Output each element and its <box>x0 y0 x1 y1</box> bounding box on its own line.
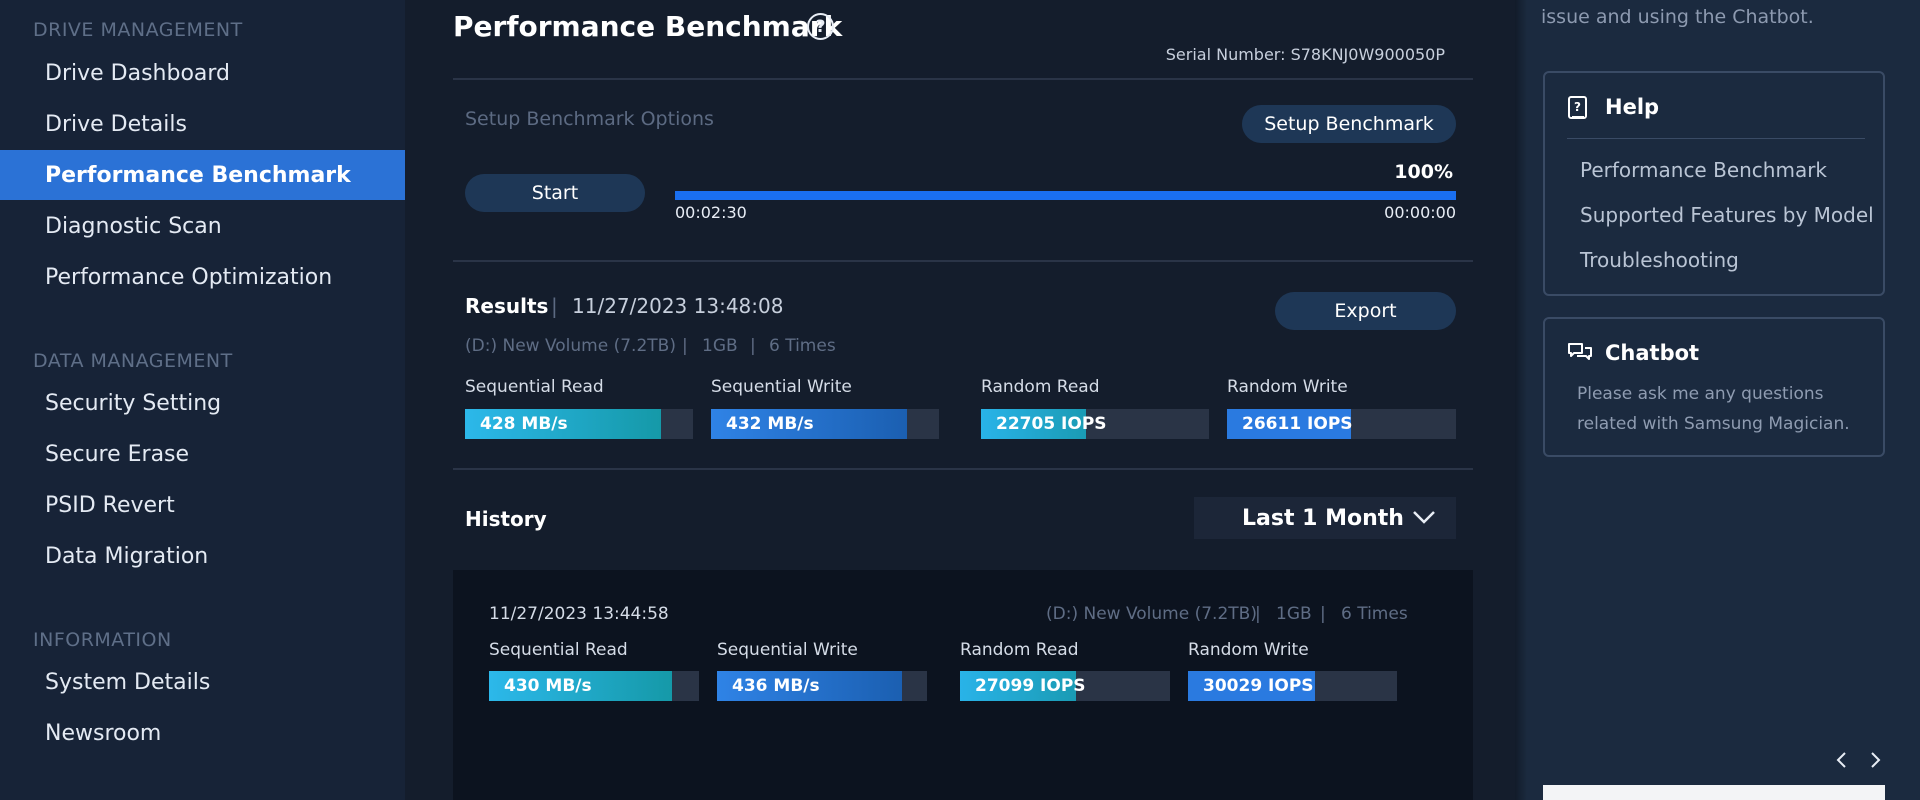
metric-label-rand-read: Random Read <box>981 377 1100 397</box>
sidebar-item-psid-revert[interactable]: PSID Revert <box>0 480 405 530</box>
chatbot-title: Chatbot <box>1605 341 1700 365</box>
sidebar-item-newsroom[interactable]: Newsroom <box>0 708 405 758</box>
metric-label-seq-read: Sequential Read <box>465 377 604 397</box>
metric-label-seq-read: Sequential Read <box>489 640 628 660</box>
help-panel: ? Help Performance Benchmark Supported F… <box>1543 71 1885 296</box>
help-title: Help <box>1605 95 1660 119</box>
page-title: Performance Benchmark <box>453 10 843 43</box>
results-size: 1GB <box>702 336 738 356</box>
metric-bar-seq-write: 432 MB/s <box>711 409 939 439</box>
metric-label-rand-write: Random Write <box>1188 640 1309 660</box>
chatbot-description-line: Please ask me any questions <box>1577 384 1824 404</box>
progress-fill <box>675 191 1456 200</box>
sidebar-item-performance-optimization[interactable]: Performance Optimization <box>0 252 405 302</box>
serial-number: Serial Number: S78KNJ0W900050P <box>1165 45 1445 64</box>
main-content: Performance Benchmark ? Serial Number: S… <box>405 0 1515 800</box>
metric-label-seq-write: Sequential Write <box>711 377 852 397</box>
sidebar-item-drive-details[interactable]: Drive Details <box>0 99 405 149</box>
chat-bubbles-icon <box>1568 343 1592 360</box>
progress-bar <box>675 191 1456 200</box>
chevron-left-icon[interactable] <box>1832 750 1852 770</box>
setup-benchmark-button[interactable]: Setup Benchmark <box>1242 105 1456 143</box>
history-times: 6 Times <box>1341 604 1408 624</box>
remaining-time: 00:00:00 <box>1384 203 1456 222</box>
chevron-right-icon[interactable] <box>1865 750 1885 770</box>
help-icon[interactable]: ? <box>807 13 834 40</box>
help-link-troubleshooting[interactable]: Troubleshooting <box>1580 248 1739 272</box>
metric-label-seq-write: Sequential Write <box>717 640 858 660</box>
divider <box>1567 138 1865 139</box>
metric-bar-seq-read: 430 MB/s <box>489 671 699 701</box>
chatbot-description-line: related with Samsung Magician. <box>1577 414 1850 434</box>
export-button[interactable]: Export <box>1275 292 1456 330</box>
sidebar-item-performance-benchmark[interactable]: Performance Benchmark <box>0 150 405 200</box>
results-volume: (D:) New Volume (7.2TB) <box>465 336 676 356</box>
metric-value-rand-write: 30029 IOPS <box>1203 676 1314 696</box>
chatbot-description: Please ask me any questions related with… <box>1577 379 1877 439</box>
sidebar: DRIVE MANAGEMENT Drive Dashboard Drive D… <box>0 0 405 800</box>
metric-label-rand-write: Random Write <box>1227 377 1348 397</box>
sidebar-item-data-migration[interactable]: Data Migration <box>0 531 405 581</box>
metric-value-seq-read: 428 MB/s <box>480 414 568 434</box>
section-title-information: INFORMATION <box>33 629 172 651</box>
section-title-data-management: DATA MANAGEMENT <box>33 350 233 372</box>
progress-percent: 100% <box>1394 161 1453 183</box>
metric-label-rand-read: Random Read <box>960 640 1079 660</box>
start-button[interactable]: Start <box>465 174 645 212</box>
right-panel: issue and using the Chatbot. ? Help Perf… <box>1515 0 1920 800</box>
separator: | <box>750 336 756 356</box>
setup-options-label: Setup Benchmark Options <box>465 108 714 130</box>
help-link-supported-features[interactable]: Supported Features by Model <box>1580 203 1874 227</box>
metric-value-rand-write: 26611 IOPS <box>1242 414 1353 434</box>
metric-bar-seq-write: 436 MB/s <box>717 671 927 701</box>
divider <box>453 260 1473 262</box>
metric-value-rand-read: 27099 IOPS <box>975 676 1086 696</box>
metric-bar-seq-read: 428 MB/s <box>465 409 693 439</box>
divider <box>453 468 1473 470</box>
history-volume: (D:) New Volume (7.2TB) <box>1046 604 1257 624</box>
intro-text: issue and using the Chatbot. <box>1541 6 1814 28</box>
history-size: 1GB <box>1276 604 1312 624</box>
help-book-icon: ? <box>1568 96 1587 119</box>
sidebar-item-diagnostic-scan[interactable]: Diagnostic Scan <box>0 201 405 251</box>
elapsed-time: 00:02:30 <box>675 203 747 222</box>
sidebar-item-system-details[interactable]: System Details <box>0 657 405 707</box>
results-times: 6 Times <box>769 336 836 356</box>
chevron-down-icon <box>1413 511 1435 524</box>
chatbot-panel[interactable]: Chatbot Please ask me any questions rela… <box>1543 317 1885 457</box>
metric-value-seq-write: 436 MB/s <box>732 676 820 696</box>
results-label: Results <box>465 294 549 318</box>
metric-value-rand-read: 22705 IOPS <box>996 414 1107 434</box>
metric-value-seq-read: 430 MB/s <box>504 676 592 696</box>
sidebar-item-security-setting[interactable]: Security Setting <box>0 378 405 428</box>
chat-input-area[interactable] <box>1543 785 1885 800</box>
separator: | <box>682 336 688 356</box>
divider <box>453 78 1473 80</box>
separator: | <box>551 294 558 318</box>
separator: | <box>1255 604 1261 624</box>
section-title-drive-management: DRIVE MANAGEMENT <box>33 19 243 41</box>
history-range-dropdown[interactable]: Last 1 Month <box>1194 497 1456 539</box>
history-label: History <box>465 507 547 531</box>
history-datetime: 11/27/2023 13:44:58 <box>489 604 669 624</box>
metric-value-seq-write: 432 MB/s <box>726 414 814 434</box>
sidebar-item-secure-erase[interactable]: Secure Erase <box>0 429 405 479</box>
panel-shadow <box>1515 0 1527 800</box>
sidebar-item-drive-dashboard[interactable]: Drive Dashboard <box>0 48 405 98</box>
history-range-value: Last 1 Month <box>1242 505 1404 531</box>
metric-bar-rand-write: 30029 IOPS <box>1188 671 1397 701</box>
separator: | <box>1320 604 1326 624</box>
metric-bar-rand-read: 27099 IOPS <box>960 671 1170 701</box>
results-datetime: 11/27/2023 13:48:08 <box>572 294 784 318</box>
metric-bar-rand-read: 22705 IOPS <box>981 409 1209 439</box>
metric-bar-rand-write: 26611 IOPS <box>1227 409 1456 439</box>
history-entry: 11/27/2023 13:44:58 (D:) New Volume (7.2… <box>453 570 1473 800</box>
help-link-performance-benchmark[interactable]: Performance Benchmark <box>1580 158 1827 182</box>
svg-text:?: ? <box>1574 100 1581 114</box>
